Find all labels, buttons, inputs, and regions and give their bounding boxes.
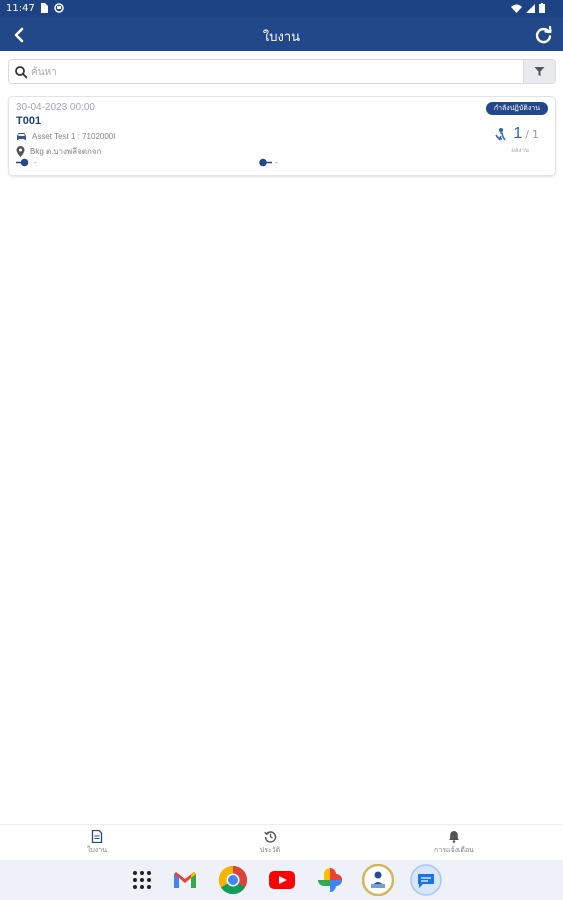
shield-icon (54, 3, 64, 13)
wifi-icon (511, 4, 522, 13)
start-time: - (34, 158, 37, 167)
system-dock (0, 860, 563, 900)
nav-item-work[interactable]: ใบงาน (47, 830, 147, 856)
nav-label-history: ประวัติ (259, 847, 281, 854)
status-badge: กำลังปฏิบัติงาน (485, 102, 548, 115)
worker-icon (495, 128, 506, 141)
asset-row: Asset Test 1 : 7102000I (16, 132, 115, 141)
work-order-card[interactable]: 30-04-2023 00:00 T001 กำลังปฏิบัติงาน As… (8, 96, 556, 176)
nav-label-work: ใบงาน (87, 847, 107, 854)
check-in-icon (16, 158, 29, 167)
gmail-icon[interactable] (169, 864, 201, 896)
refresh-icon[interactable] (533, 24, 555, 46)
technician-app-icon[interactable] (362, 864, 394, 896)
search-input[interactable] (31, 63, 511, 81)
check-out-icon (259, 158, 272, 167)
nav-label-notifications: การแจ้งเตือน (434, 847, 474, 854)
search-bar (8, 59, 556, 84)
work-order-code: T001 (16, 115, 42, 127)
app-bar: ใบงาน (0, 18, 563, 51)
progress-separator: / (525, 128, 529, 141)
battery-icon (539, 3, 545, 13)
bottom-nav: ใบงาน ประวัติ การแจ้งเตือน (0, 824, 563, 860)
page-title: ใบงาน (262, 29, 301, 44)
asset-text: Asset Test 1 : 7102000I (32, 132, 116, 141)
search-icon (15, 66, 28, 79)
progress-count: 1 / 1 (493, 125, 539, 143)
end-time: - (275, 158, 278, 167)
bell-icon (449, 831, 459, 843)
signal-icon (526, 3, 535, 13)
status-time: 11:47 (6, 3, 35, 14)
work-order-date: 30-04-2023 00:00 (16, 102, 95, 113)
car-icon (17, 133, 26, 140)
location-pin-icon (16, 146, 25, 157)
filter-button[interactable] (523, 60, 555, 83)
sim-icon (41, 3, 48, 13)
document-icon (91, 830, 103, 843)
app-grid-icon[interactable] (126, 864, 158, 896)
history-icon (263, 831, 276, 843)
end-row: - (259, 158, 278, 167)
photos-icon[interactable] (314, 864, 346, 896)
location-row: Bkg ต.บางพลีจตกจก (16, 145, 101, 158)
youtube-icon[interactable] (266, 864, 298, 896)
messages-icon[interactable] (410, 864, 442, 896)
progress-label: ผลงาน (511, 148, 529, 154)
progress-done: 1 (513, 125, 523, 142)
nav-item-history[interactable]: ประวัติ (220, 830, 320, 856)
status-bar: 11:47 (0, 0, 563, 18)
chrome-icon[interactable] (217, 864, 249, 896)
start-row: - (16, 158, 37, 167)
progress-total: 1 (532, 128, 539, 141)
filter-icon (534, 67, 545, 76)
nav-item-notifications[interactable]: การแจ้งเตือน (404, 830, 504, 856)
location-text: Bkg ต.บางพลีจตกจก (30, 147, 102, 156)
